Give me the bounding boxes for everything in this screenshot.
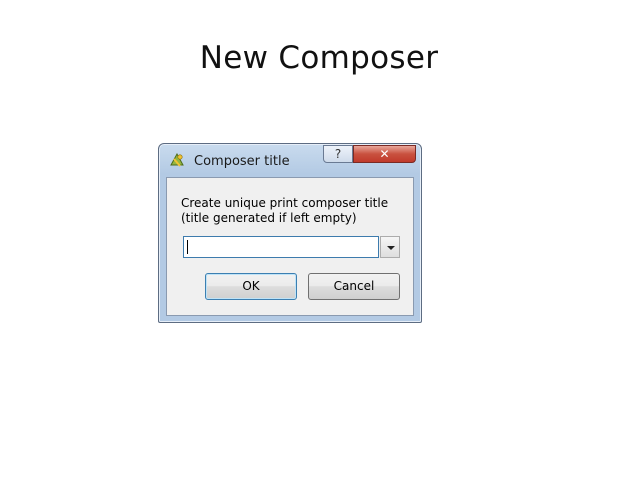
text-cursor	[187, 240, 188, 254]
cancel-button[interactable]: Cancel	[308, 273, 400, 300]
help-button[interactable]: ?	[323, 145, 353, 163]
close-icon: ✕	[379, 147, 390, 161]
dialog-prompt: Create unique print composer title (titl…	[181, 196, 388, 226]
chevron-down-icon	[387, 246, 395, 250]
qgis-logo-icon	[170, 152, 184, 167]
ok-button[interactable]: OK	[205, 273, 297, 300]
title-input[interactable]	[183, 236, 379, 258]
dialog-body: Create unique print composer title (titl…	[166, 177, 414, 316]
close-button[interactable]: ✕	[353, 145, 416, 163]
help-icon: ?	[334, 147, 342, 161]
composer-title-dialog: Composer title ? ✕ Create unique print c…	[158, 143, 422, 323]
dialog-titlebar[interactable]: Composer title ? ✕	[159, 144, 421, 176]
slide-title: New Composer	[199, 40, 439, 76]
combo-dropdown-button[interactable]	[380, 236, 400, 258]
dialog-title: Composer title	[194, 154, 290, 169]
title-combobox[interactable]	[183, 236, 400, 258]
prompt-line-2: (title generated if left empty)	[181, 211, 357, 225]
prompt-line-1: Create unique print composer title	[181, 196, 389, 210]
